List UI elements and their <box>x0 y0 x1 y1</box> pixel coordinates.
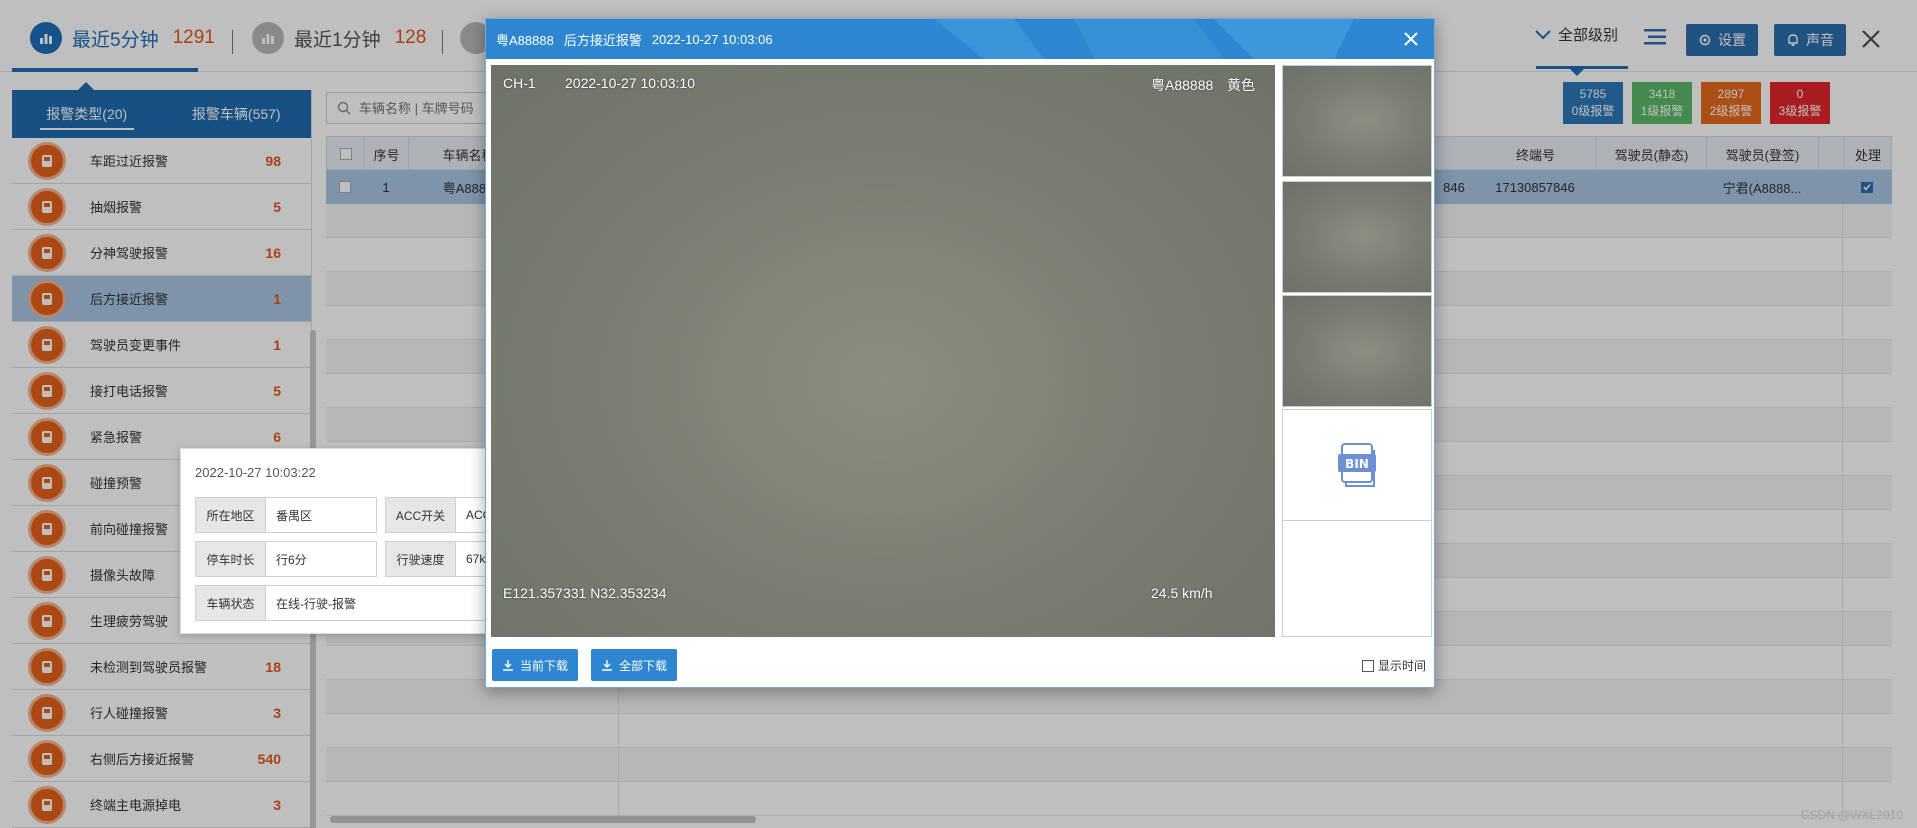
download-icon <box>503 660 513 671</box>
alarm-media-dialog: 粤A88888 后方接近报警 2022-10-27 10:03:06 CH-1 … <box>485 18 1435 688</box>
detail-status-key: 车辆状态 <box>196 586 266 620</box>
bin-label: BIN <box>1345 457 1369 471</box>
detail-status-value: 在线-行驶-报警 <box>276 596 356 611</box>
dialog-plate: 粤A88888 <box>496 32 554 48</box>
detail-speed-key: 行驶速度 <box>386 542 456 576</box>
video-speed: 24.5 km/h <box>1151 585 1213 601</box>
detail-parking: 停车时长 行6分 <box>195 541 377 577</box>
download-icon <box>602 660 612 671</box>
detail-region: 所在地区 番禺区 <box>195 497 377 533</box>
video-plate: 粤A88888 <box>1151 77 1214 93</box>
thumbnail-3[interactable] <box>1282 295 1432 407</box>
header-decoration <box>934 19 1354 59</box>
vehicle-detail-popup: 2022-10-27 10:03:22 所在地区 番禺区 ACC开关 ACC 停… <box>180 448 501 634</box>
empty-slot <box>1282 521 1432 637</box>
download-current-button[interactable]: 当前下载 <box>492 649 579 681</box>
dialog-time: 2022-10-27 10:03:06 <box>651 31 773 47</box>
detail-speed: 行驶速度 67k <box>385 541 501 577</box>
detail-status: 车辆状态 在线-行驶-报警 <box>195 585 501 621</box>
bin-file-icon: BIN <box>1338 443 1376 487</box>
detail-acc: ACC开关 ACC <box>385 497 501 533</box>
thumbnail-2[interactable] <box>1282 181 1432 293</box>
video-channel: CH-1 <box>503 75 536 91</box>
download-all-label: 全部下载 <box>619 658 668 673</box>
download-current-label: 当前下载 <box>520 658 569 673</box>
detail-parking-value: 行6分 <box>276 552 307 567</box>
show-time-label: 显示时间 <box>1377 659 1426 673</box>
video-time: 2022-10-27 10:03:10 <box>565 75 695 91</box>
video-player[interactable]: CH-1 2022-10-27 10:03:10 粤A88888 黄色 E121… <box>491 65 1275 637</box>
thumbnail-1[interactable] <box>1282 65 1432 177</box>
bin-file[interactable]: BIN <box>1282 409 1432 521</box>
show-time-toggle[interactable]: 显示时间 <box>1361 657 1426 674</box>
dialog-alarm-type: 后方接近报警 <box>563 32 642 48</box>
detail-region-key: 所在地区 <box>196 498 266 532</box>
dialog-header: 粤A88888 后方接近报警 2022-10-27 10:03:06 <box>486 19 1434 59</box>
detail-acc-key: ACC开关 <box>386 498 456 532</box>
video-coordinates: E121.357331 N32.353234 <box>503 585 667 601</box>
detail-region-value: 番禺区 <box>276 508 313 523</box>
close-icon[interactable] <box>1400 28 1422 50</box>
detail-speed-value: 67k <box>466 552 486 566</box>
show-time-checkbox[interactable] <box>1361 659 1374 672</box>
video-plate-color: 黄色 <box>1227 77 1255 93</box>
detail-time: 2022-10-27 10:03:22 <box>195 465 316 480</box>
detail-parking-key: 停车时长 <box>196 542 266 576</box>
download-all-button[interactable]: 全部下载 <box>591 649 678 681</box>
